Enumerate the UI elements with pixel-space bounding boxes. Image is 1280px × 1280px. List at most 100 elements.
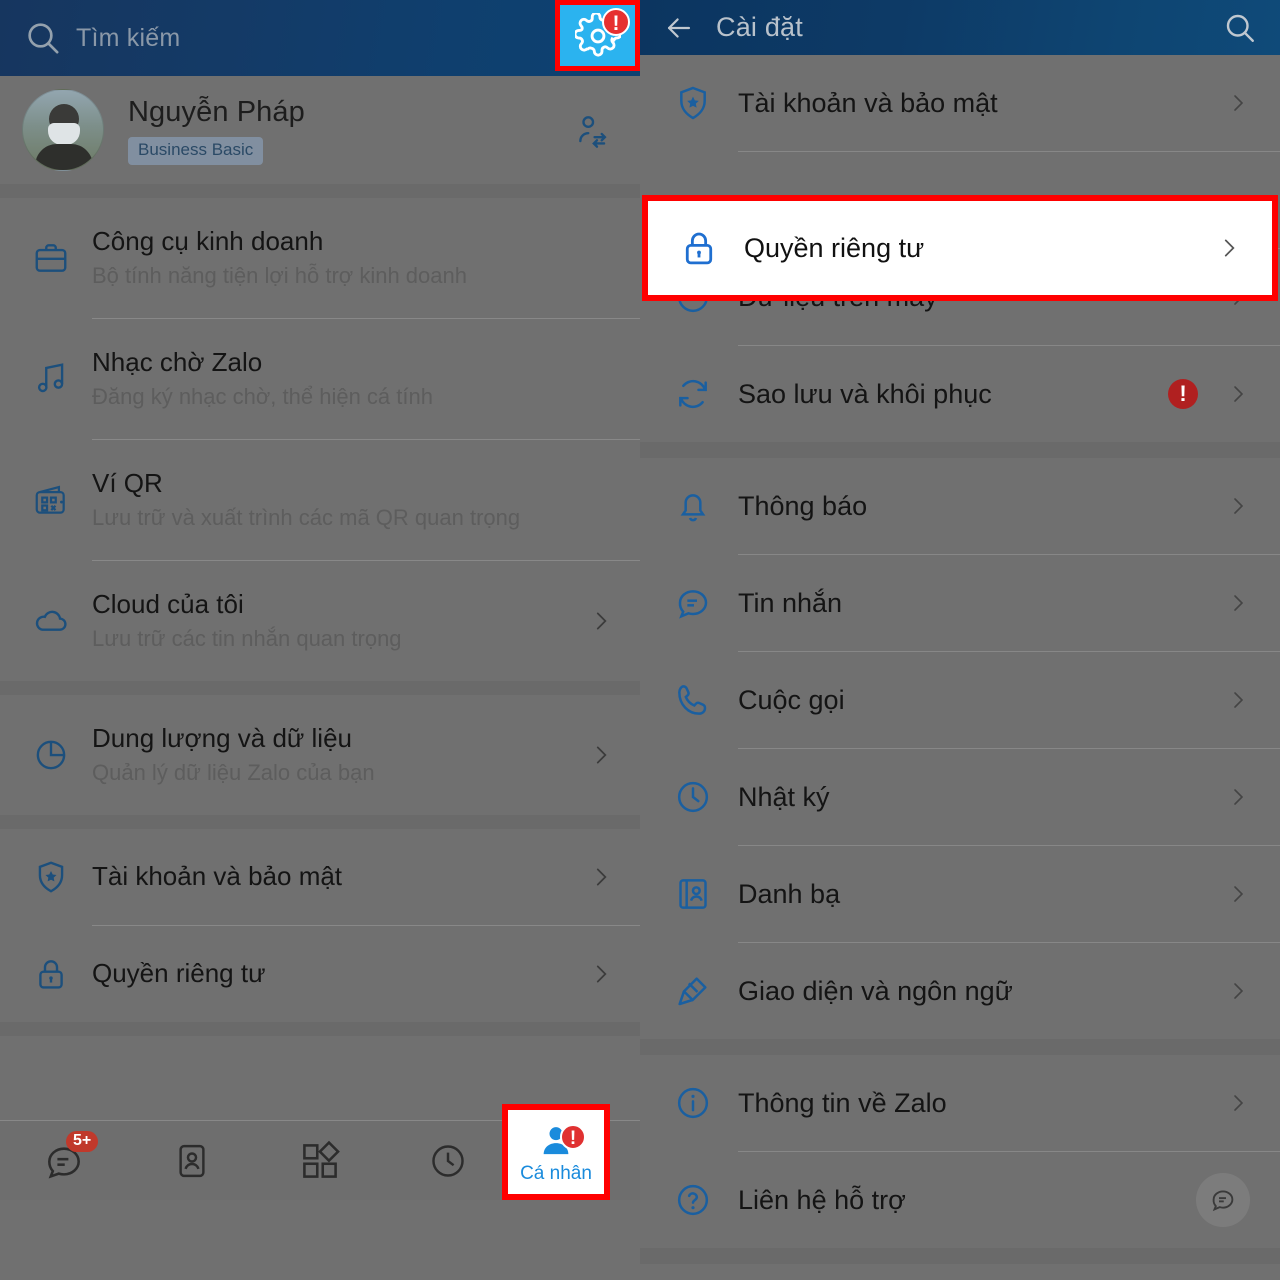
chevron-right-icon [588,608,614,634]
left-group-3: Tài khoản và bảo mật Quyền riêng tư [0,829,640,1022]
dual-screenshot: Tìm kiếm ! Nguyễn Pháp Business Basic Cô… [0,0,1280,1280]
section-divider [640,1039,1280,1055]
settings-item-label: Cuộc gọi [738,684,845,715]
settings-item-calls[interactable]: Cuộc gọi [640,652,1280,748]
settings-button-highlight[interactable]: ! [555,0,640,71]
sync-icon [664,374,722,414]
search-icon[interactable] [1222,10,1258,46]
settings-item-label: Thông tin về Zalo [738,1087,947,1118]
contacts-book-icon [664,874,722,914]
settings-item-label: Tin nhắn [738,587,843,618]
chevron-right-icon [588,961,614,987]
settings-item-label: Tài khoản và bảo mật [738,87,998,118]
section-divider [0,681,640,695]
settings-item-notifications[interactable]: Thông báo [640,458,1280,554]
settings-list: Tài khoản và bảo mật Dữ liệu trên má [640,55,1280,1280]
switch-account-icon[interactable] [574,111,612,149]
chevron-right-icon [1226,785,1250,809]
settings-item-log[interactable]: Nhật ký [640,749,1280,845]
search-icon[interactable] [20,15,66,61]
tab-contacts[interactable] [128,1121,256,1201]
settings-item-account-security[interactable]: Tài khoản và bảo mật [640,55,1280,151]
settings-group-4: Chuyển tài khoản [640,1264,1280,1280]
settings-item-backup-restore[interactable]: Sao lưu và khôi phục ! [640,346,1280,442]
list-item-title: Nhạc chờ Zalo [92,347,263,378]
settings-top-bar: Cài đặt [640,0,1280,55]
list-item[interactable]: Dung lượng và dữ liệu Quản lý dữ liệu Za… [0,695,640,815]
chevron-right-icon [1226,882,1250,906]
left-top-bar: Tìm kiếm ! [0,0,640,76]
arrow-left-icon[interactable] [662,11,704,45]
shield-star-icon [664,83,722,123]
settings-item-label: Liên hệ hỗ trợ [738,1184,906,1215]
profile-name: Nguyễn Pháp [128,95,305,128]
list-item[interactable]: Ví QR Lưu trữ và xuất trình các mã QR qu… [0,440,640,560]
divider [738,151,1280,152]
left-pane-profile: Tìm kiếm ! Nguyễn Pháp Business Basic Cô… [0,0,640,1280]
settings-group-2: Thông báo Tin nhắn Cuộc gọi Nhật ký Danh… [640,458,1280,1039]
settings-item-support[interactable]: Liên hệ hỗ trợ [640,1152,1280,1248]
shield-star-icon [24,858,78,896]
qr-wallet-icon [24,481,78,519]
tab-apps[interactable] [256,1121,384,1201]
list-item-subtitle: Quản lý dữ liệu Zalo của bạn [92,759,375,785]
settings-item-privacy-highlight[interactable]: Quyền riêng tư [642,195,1278,301]
settings-warning-badge: ! [602,8,630,36]
lock-icon [24,955,78,993]
tab-timeline[interactable] [384,1121,512,1201]
settings-group-3: Thông tin về Zalo Liên hệ hỗ trợ [640,1055,1280,1248]
pie-chart-icon [24,736,78,774]
list-item-title: Quyền riêng tư [92,958,266,989]
tab-personal-label: Cá nhân [520,1162,592,1184]
settings-item-about-zalo[interactable]: Thông tin về Zalo [640,1055,1280,1151]
briefcase-icon [24,239,78,277]
page-title: Cài đặt [716,12,803,42]
list-item-subtitle: Bộ tính năng tiện lợi hỗ trợ kinh doanh [92,262,467,288]
settings-item-label: Quyền riêng tư [744,232,925,263]
list-item[interactable]: Quyền riêng tư [0,926,640,1022]
chevron-right-icon [1226,91,1250,115]
search-input[interactable]: Tìm kiếm [76,24,180,53]
settings-item-label: Sao lưu và khôi phục [738,378,992,409]
left-group-2: Dung lượng và dữ liệu Quản lý dữ liệu Za… [0,695,640,815]
lock-icon [670,227,728,269]
cloud-icon [24,602,78,640]
list-item[interactable]: Công cụ kinh doanh Bộ tính năng tiện lợi… [0,198,640,318]
right-pane-settings: Cài đặt Tài khoản và bảo mật Sao lưu và … [640,0,1280,1280]
brush-icon [664,971,722,1011]
chevron-right-icon [1226,688,1250,712]
list-item-title: Cloud của tôi [92,589,244,620]
list-item-subtitle: Lưu trữ các tin nhắn quan trọng [92,625,402,651]
list-item[interactable]: Cloud của tôi Lưu trữ các tin nhắn quan … [0,561,640,681]
status-badge: ! [1168,379,1198,409]
list-item[interactable]: Tài khoản và bảo mật [0,829,640,925]
settings-item-switch-account[interactable]: Chuyển tài khoản [640,1264,1280,1280]
section-divider [640,442,1280,458]
list-item-title: Ví QR [92,468,163,499]
section-divider [0,1022,640,1036]
profile-row[interactable]: Nguyễn Pháp Business Basic [0,76,640,184]
settings-item-contacts[interactable]: Danh bạ [640,846,1280,942]
list-item-subtitle: Lưu trữ và xuất trình các mã QR quan trọ… [92,504,521,530]
section-divider [0,815,640,829]
tab-messages[interactable]: 5+ [0,1121,128,1201]
tab-personal-warning-badge: ! [560,1124,586,1150]
list-item[interactable]: Nhạc chờ Zalo Đăng ký nhạc chờ, thể hiện… [0,319,640,439]
section-divider [0,184,640,198]
chat-bubble-icon[interactable] [1196,1173,1250,1227]
chevron-right-icon [1226,382,1250,406]
chevron-right-icon [588,864,614,890]
avatar[interactable] [22,89,104,171]
settings-item-messages[interactable]: Tin nhắn [640,555,1280,651]
music-note-icon [24,360,78,398]
bottom-tab-bar: 5+ Cá nhân ! [0,1104,640,1201]
settings-item-appearance-language[interactable]: Giao diện và ngôn ngữ [640,943,1280,1039]
info-icon [664,1083,722,1123]
question-icon [664,1180,722,1220]
settings-item-label: Giao diện và ngôn ngữ [738,975,1013,1006]
settings-item-label: Danh bạ [738,878,841,909]
clock-icon [664,777,722,817]
chevron-right-icon [1226,1091,1250,1115]
messages-badge: 5+ [66,1130,99,1152]
tab-personal-highlight[interactable]: Cá nhân ! [502,1104,610,1200]
